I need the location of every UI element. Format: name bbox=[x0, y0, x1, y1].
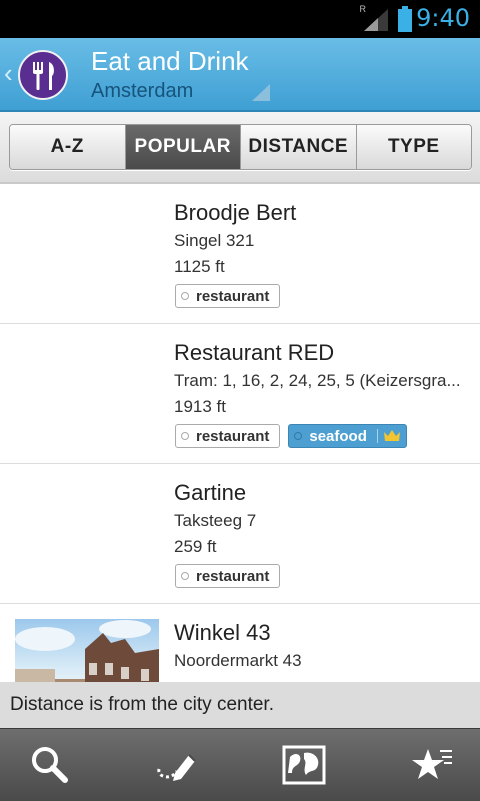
eat-drink-app-icon[interactable] bbox=[18, 50, 68, 100]
place-address: Tram: 1, 16, 2, 24, 25, 5 (Keizersgra... bbox=[174, 371, 461, 390]
place-distance: 1913 ft bbox=[174, 397, 226, 416]
list-item[interactable]: Gartine Taksteeg 7 259 ft restaurant bbox=[0, 464, 480, 604]
place-name: Winkel 43 bbox=[174, 620, 271, 645]
crown-icon bbox=[383, 430, 400, 441]
clock: 9:40 bbox=[416, 4, 470, 32]
tag-list: restaurant bbox=[175, 564, 281, 588]
toast-message: Distance is from the city center. bbox=[0, 682, 480, 728]
fork-knife-icon bbox=[33, 62, 54, 90]
search-icon[interactable] bbox=[28, 743, 72, 787]
place-name: Broodje Bert bbox=[174, 200, 297, 225]
place-name: Restaurant RED bbox=[174, 340, 335, 365]
place-name: Gartine bbox=[174, 480, 247, 505]
status-bar: R 9:40 bbox=[0, 0, 480, 38]
map-icon[interactable] bbox=[282, 743, 326, 787]
list-item[interactable]: Restaurant RED Tram: 1, 16, 2, 24, 25, 5… bbox=[0, 324, 480, 464]
sort-tabs-bar: A-Z POPULAR DISTANCE TYPE bbox=[0, 112, 480, 184]
category-tag[interactable]: restaurant bbox=[175, 564, 281, 588]
place-address: Noordermarkt 43 bbox=[174, 651, 302, 670]
place-distance: 259 ft bbox=[174, 537, 217, 556]
page-title: Eat and Drink bbox=[91, 46, 249, 76]
place-address: Taksteeg 7 bbox=[174, 511, 257, 530]
dropdown-corner-icon[interactable] bbox=[252, 84, 270, 101]
premium-tag-label: seafood bbox=[309, 427, 367, 445]
bottom-toolbar bbox=[0, 728, 480, 801]
city-selector[interactable]: Amsterdam bbox=[91, 80, 193, 103]
battery-icon bbox=[398, 6, 412, 32]
tag-list: restaurant bbox=[175, 284, 281, 308]
tab-a-z[interactable]: A-Z bbox=[10, 125, 126, 169]
premium-tag[interactable]: seafood bbox=[288, 424, 407, 448]
places-list: Broodje Bert Singel 321 1125 ft restaura… bbox=[0, 184, 480, 743]
action-bar: ‹ Eat and Drink Amsterdam bbox=[0, 38, 480, 112]
sort-tabs: A-Z POPULAR DISTANCE TYPE bbox=[9, 124, 472, 170]
signal-icon bbox=[364, 9, 388, 31]
tab-distance[interactable]: DISTANCE bbox=[241, 125, 357, 169]
tab-type[interactable]: TYPE bbox=[356, 125, 471, 169]
place-distance: 1125 ft bbox=[174, 257, 225, 276]
tab-popular[interactable]: POPULAR bbox=[125, 125, 241, 169]
favorites-star-icon[interactable] bbox=[410, 743, 454, 787]
category-tag[interactable]: restaurant bbox=[175, 424, 281, 448]
back-chevron-icon[interactable]: ‹ bbox=[4, 60, 16, 86]
tag-divider bbox=[376, 429, 378, 443]
draw-route-icon[interactable] bbox=[153, 743, 197, 787]
category-tag[interactable]: restaurant bbox=[175, 284, 281, 308]
tag-list: restaurant seafood bbox=[175, 424, 407, 448]
list-item[interactable]: Broodje Bert Singel 321 1125 ft restaura… bbox=[0, 184, 480, 324]
place-address: Singel 321 bbox=[174, 231, 255, 250]
